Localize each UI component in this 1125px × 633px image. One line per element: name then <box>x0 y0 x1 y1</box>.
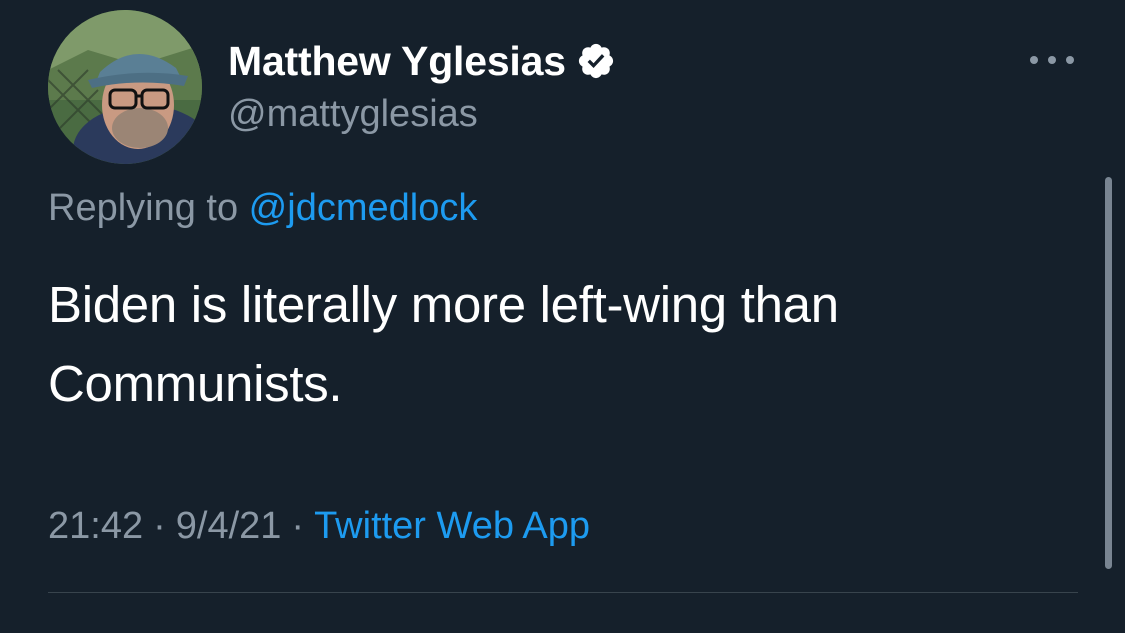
tweet-text: Biden is literally more left-wing than C… <box>48 276 839 412</box>
dot <box>1030 56 1038 64</box>
dot <box>1048 56 1056 64</box>
tweet-time[interactable]: 21:42 <box>48 505 143 547</box>
tweet-source-link[interactable]: Twitter Web App <box>314 505 590 547</box>
tweet-card: Matthew Yglesias @mattyglesias Replying … <box>0 0 1125 633</box>
tweet-date[interactable]: 9/4/21 <box>176 505 282 547</box>
meta-separator: · <box>291 505 305 547</box>
avatar-photo <box>48 10 202 164</box>
replying-to-prefix: Replying to <box>48 187 249 229</box>
scrollbar[interactable] <box>1105 177 1112 569</box>
divider <box>48 592 1078 593</box>
more-options-icon[interactable] <box>1030 50 1074 70</box>
author-handle[interactable]: @mattyglesias <box>228 93 478 136</box>
verified-badge-icon <box>576 41 616 81</box>
tweet-meta: 21:42 · 9/4/21 · Twitter Web App <box>48 505 590 548</box>
author-name-row[interactable]: Matthew Yglesias <box>228 38 616 84</box>
meta-separator: · <box>153 505 166 547</box>
reply-target-link[interactable]: @jdcmedlock <box>249 187 478 229</box>
author-avatar[interactable] <box>48 10 202 164</box>
replying-to: Replying to @jdcmedlock <box>48 187 477 230</box>
author-display-name[interactable]: Matthew Yglesias <box>228 38 566 85</box>
dot <box>1066 56 1074 64</box>
